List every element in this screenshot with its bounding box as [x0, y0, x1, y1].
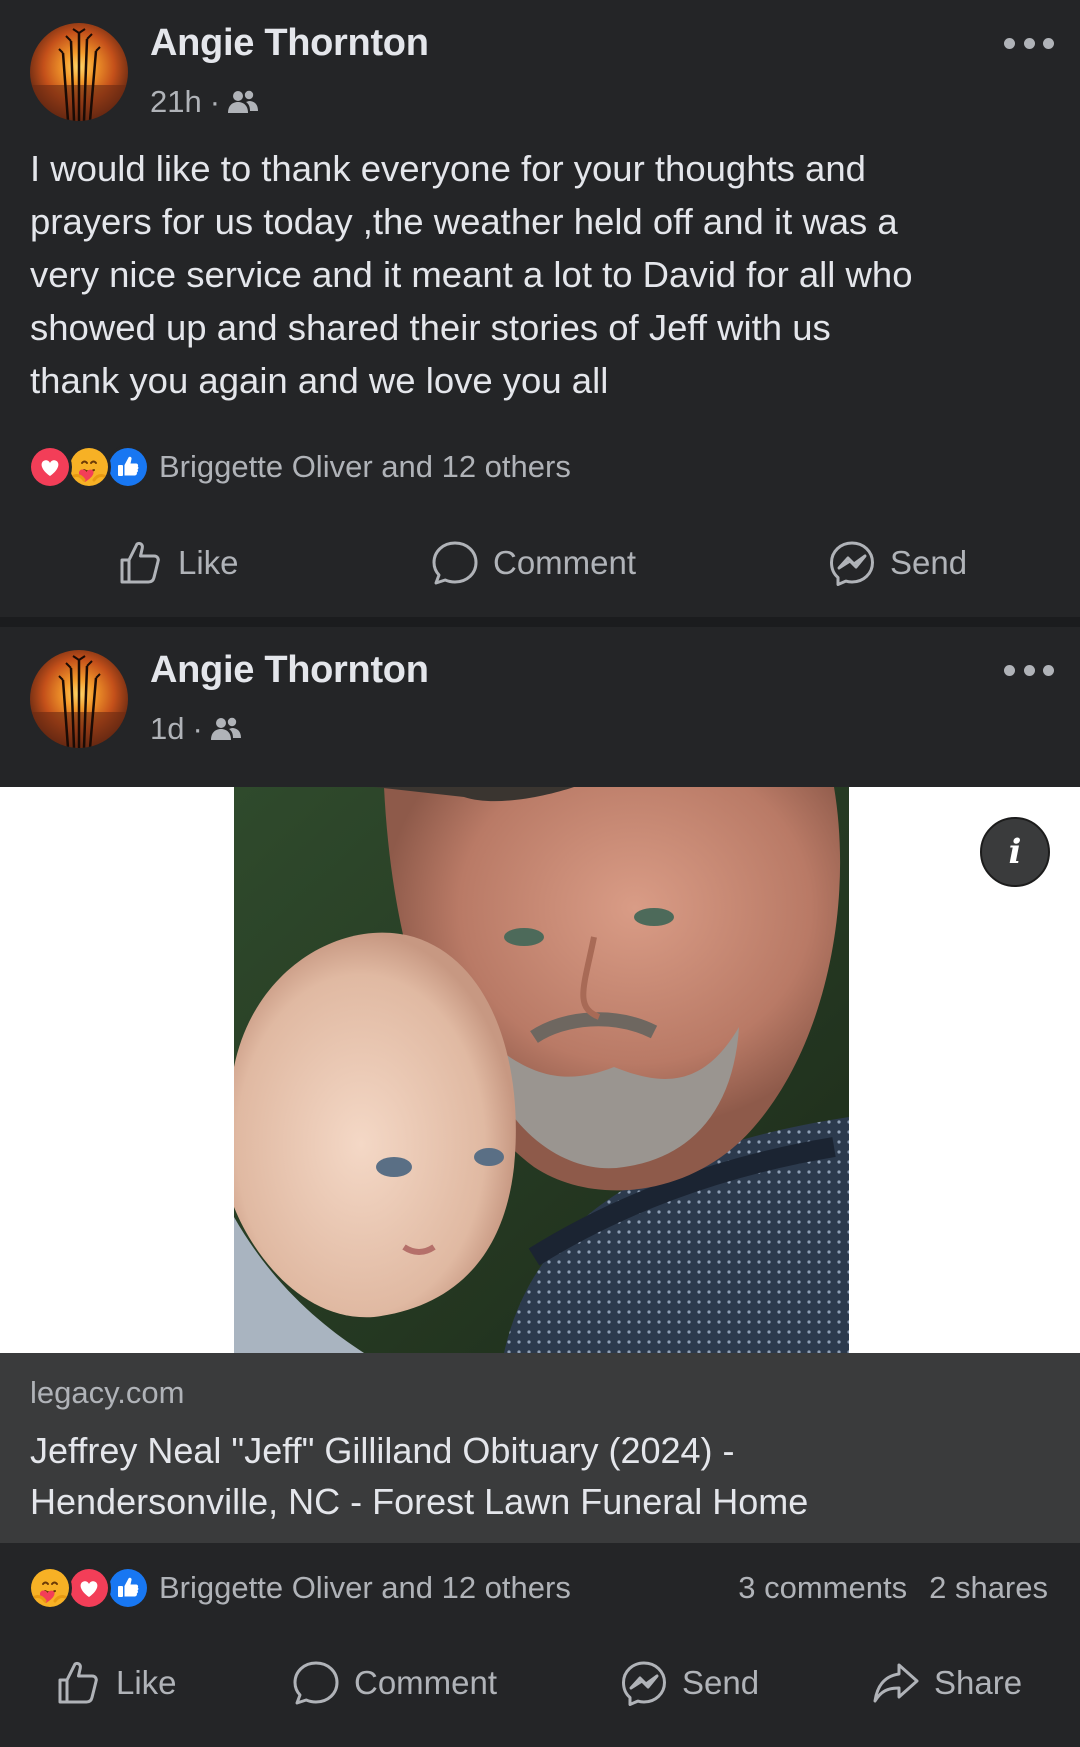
send-button[interactable]: Send: [828, 520, 967, 606]
comment-button[interactable]: Comment: [431, 520, 636, 606]
like-button[interactable]: Like: [116, 520, 239, 606]
send-label: Send: [890, 544, 968, 581]
dot: [1043, 37, 1054, 49]
love-reaction-icon: [67, 1566, 111, 1610]
man-and-baby-photo: [234, 787, 849, 1353]
messenger-icon: [828, 539, 876, 587]
meta-separator: ·: [192, 711, 203, 746]
like-label: Like: [116, 1664, 177, 1701]
like-reaction-icon: [106, 1566, 150, 1610]
info-button[interactable]: i: [980, 817, 1050, 887]
comments-count[interactable]: 3 comments: [738, 1570, 907, 1606]
dot: [1043, 664, 1054, 676]
more-options-icon[interactable]: [1004, 26, 1054, 60]
comment-button[interactable]: Comment: [292, 1640, 497, 1726]
link-preview-caption[interactable]: legacy.com Jeffrey Neal "Jeff" Gilliland…: [0, 1353, 1080, 1543]
like-label: Like: [178, 544, 239, 581]
thumbs-up-icon: [116, 539, 164, 587]
avatar[interactable]: [30, 23, 128, 121]
thumbs-up-icon: [54, 1659, 102, 1707]
action-bar: Like Comment Send: [0, 520, 1080, 606]
friends-icon: [228, 89, 258, 115]
author-name[interactable]: Angie Thornton: [150, 22, 429, 65]
link-preview-photo[interactable]: [234, 787, 849, 1353]
engagement-counts: 3 comments 2 shares: [738, 1563, 1048, 1613]
love-reaction-icon: [28, 445, 72, 489]
send-button[interactable]: Send: [620, 1640, 759, 1726]
reaction-summary[interactable]: Briggette Oliver and 12 others: [28, 442, 571, 492]
send-label: Send: [682, 1664, 760, 1701]
feed-post: Angie Thornton 21h · I would like to tha…: [0, 0, 1080, 617]
avatar-image: [30, 650, 128, 748]
friends-icon: [211, 716, 241, 742]
meta-separator: ·: [209, 84, 221, 119]
avatar-image: [30, 23, 128, 121]
post-time[interactable]: 1d: [150, 711, 184, 747]
comment-icon: [431, 539, 479, 587]
link-title: Jeffrey Neal "Jeff" Gilliland Obituary (…: [30, 1430, 809, 1522]
dot: [1004, 37, 1015, 49]
post-time[interactable]: 21h: [150, 84, 202, 120]
post-header: Angie Thornton 1d ·: [0, 627, 1080, 757]
reaction-names: Briggette Oliver and 12 others: [159, 449, 571, 484]
dot: [1023, 664, 1035, 676]
action-bar: Like Comment Send Share: [0, 1640, 1080, 1726]
more-options-icon[interactable]: [1004, 653, 1054, 687]
author-name[interactable]: Angie Thornton: [150, 649, 429, 692]
post-header: Angie Thornton 21h ·: [0, 0, 1080, 130]
share-icon: [872, 1659, 920, 1707]
comment-label: Comment: [493, 544, 637, 581]
link-domain: legacy.com: [30, 1375, 185, 1410]
post-text: I would like to thank everyone for your …: [30, 148, 913, 401]
shares-count[interactable]: 2 shares: [929, 1570, 1048, 1606]
link-preview-image-area[interactable]: i: [0, 787, 1080, 1353]
messenger-icon: [620, 1659, 668, 1707]
share-label: Share: [934, 1664, 1023, 1701]
post-meta: 21h ·: [150, 80, 258, 124]
feed-post: Angie Thornton 1d · i legacy.com Jeffrey…: [0, 627, 1080, 1747]
share-button[interactable]: Share: [872, 1640, 1022, 1726]
like-button[interactable]: Like: [54, 1640, 177, 1726]
reaction-names: Briggette Oliver and 12 others: [159, 1570, 571, 1605]
care-reaction-icon: [28, 1566, 72, 1610]
care-reaction-icon: [67, 445, 111, 489]
comment-icon: [292, 1659, 340, 1707]
avatar[interactable]: [30, 650, 128, 748]
dot: [1004, 664, 1015, 676]
post-meta: 1d ·: [150, 707, 241, 751]
info-icon: i: [1008, 832, 1022, 872]
dot: [1023, 37, 1035, 49]
like-reaction-icon: [106, 445, 150, 489]
comment-label: Comment: [354, 1664, 498, 1701]
reaction-summary[interactable]: Briggette Oliver and 12 others: [28, 1563, 571, 1613]
